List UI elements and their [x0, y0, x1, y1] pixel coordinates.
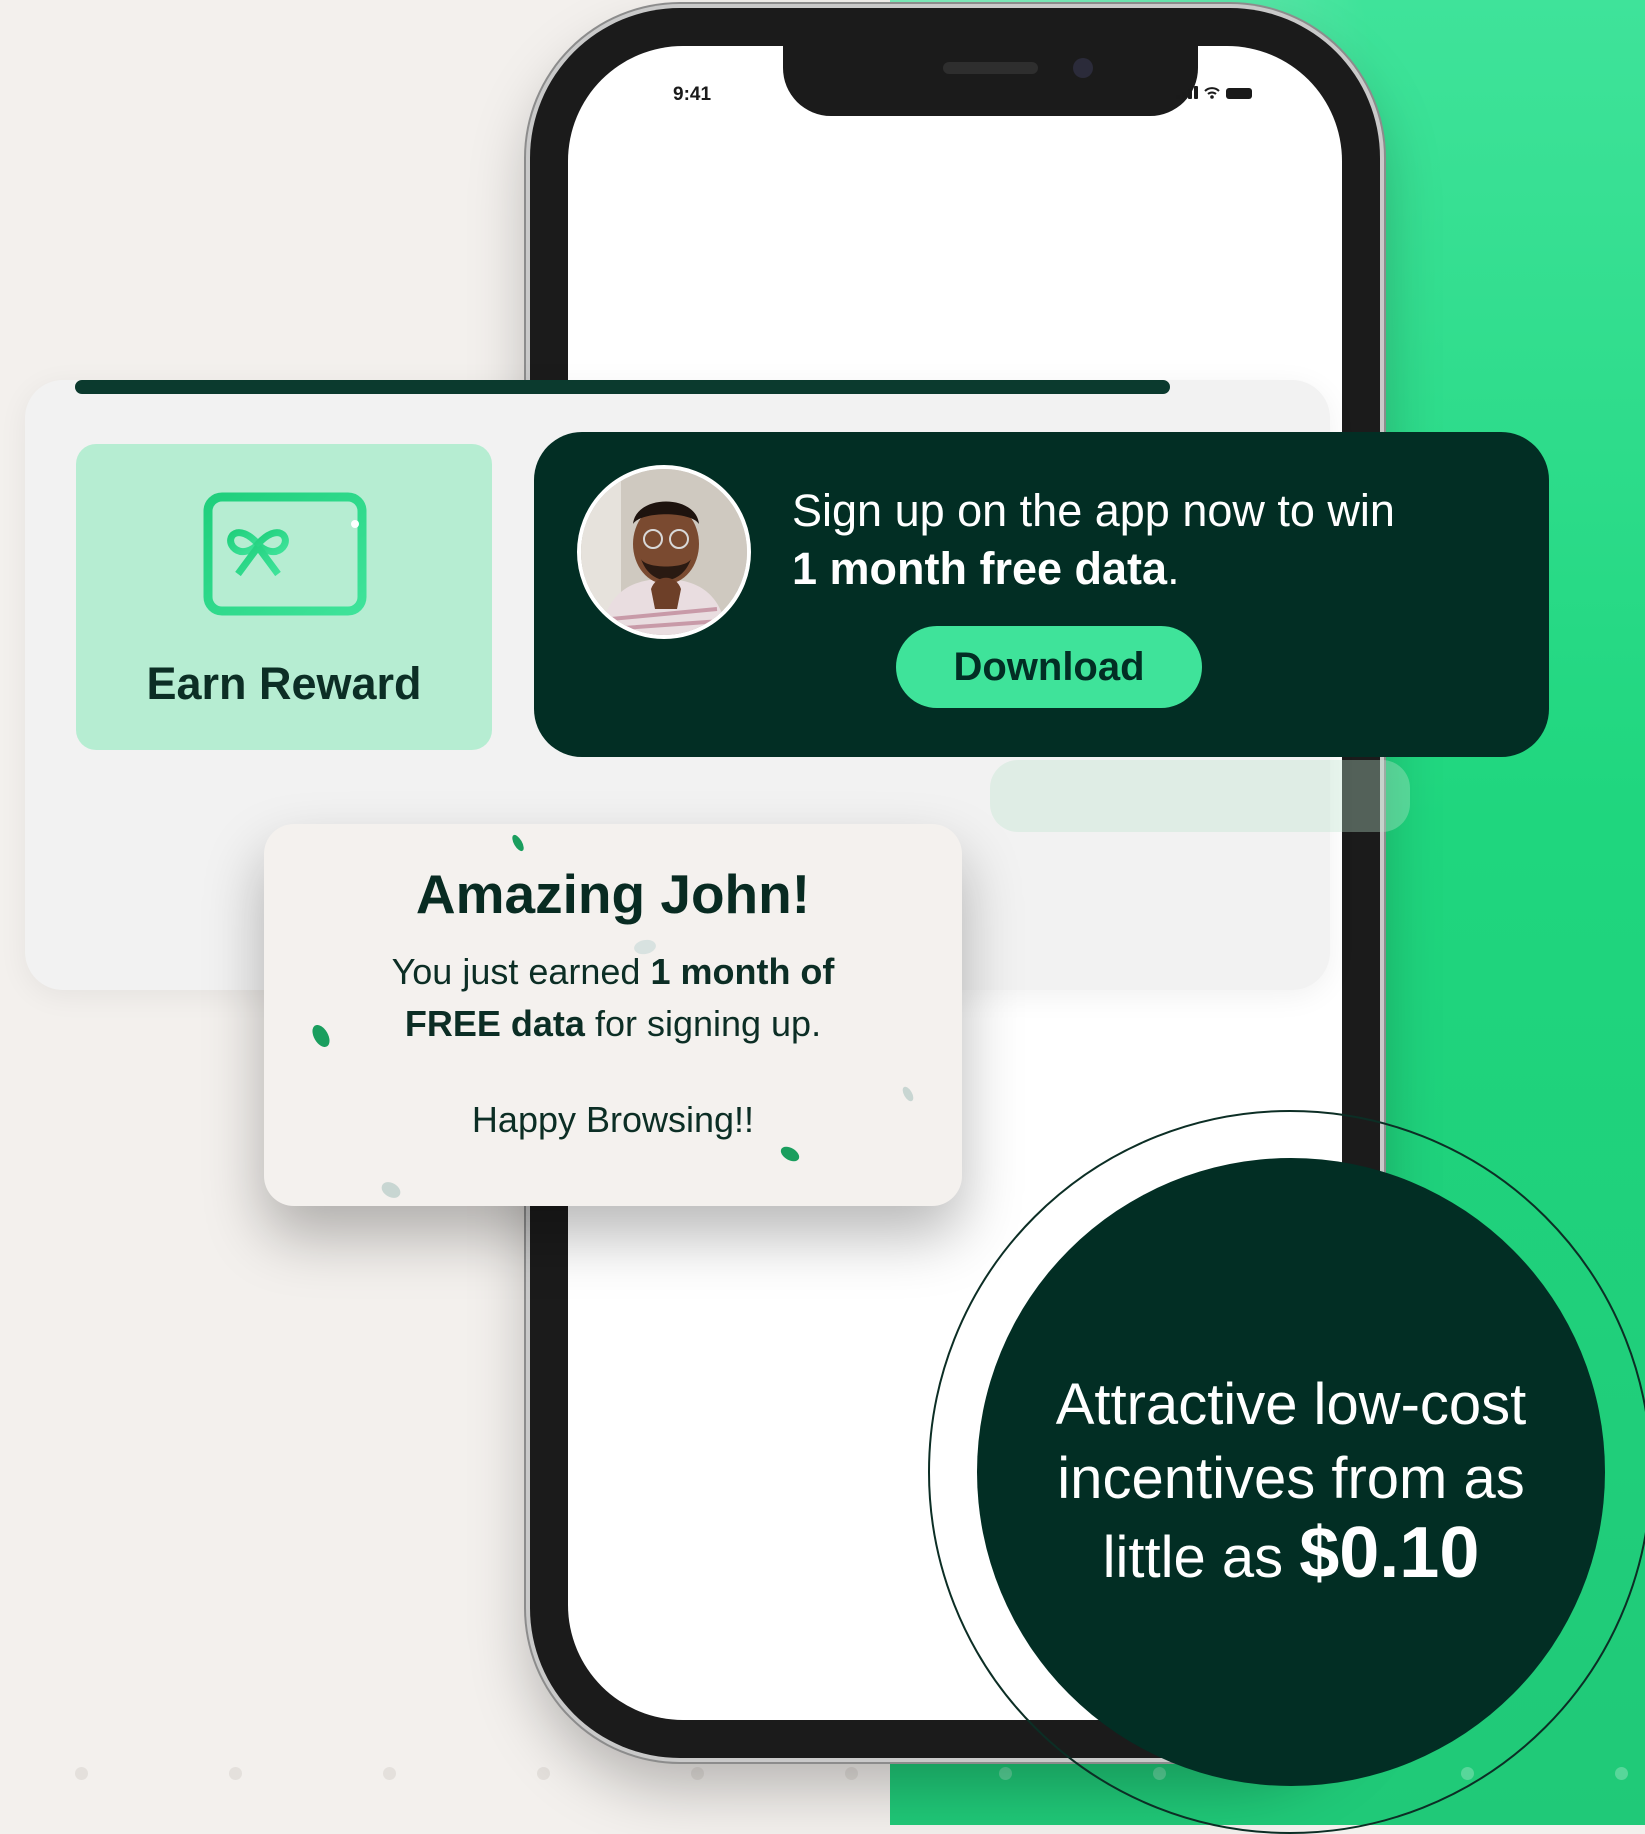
status-icons: [1176, 86, 1252, 99]
phone-notch: [783, 46, 1198, 116]
pricing-badge: Attractive low-cost incentives from as l…: [977, 1158, 1605, 1786]
popup-footer: Happy Browsing!!: [471, 1099, 755, 1140]
promo-highlight: 1 month free data: [792, 543, 1168, 594]
ghost-bar: [990, 760, 1410, 832]
avatar: [577, 465, 751, 639]
popup-highlight-2: FREE data: [404, 1003, 585, 1044]
download-button[interactable]: Download: [896, 626, 1202, 708]
decor-dot: [999, 1767, 1012, 1780]
confetti: [778, 1143, 802, 1165]
promo-line-2: 1 month free data.: [792, 540, 1512, 598]
decor-dot: [75, 1767, 88, 1780]
pricing-line-2: incentives from as: [1057, 1446, 1525, 1511]
decor-dot: [1615, 1767, 1628, 1780]
promo-line-2-end: .: [1167, 543, 1180, 594]
camera-icon: [1073, 58, 1093, 78]
popup-message: You just earned 1 month of FREE data for…: [264, 946, 962, 1050]
price-value: $0.10: [1299, 1513, 1480, 1593]
pricing-line-1: Attractive low-cost: [1055, 1372, 1527, 1437]
popup-message-start: You just earned: [391, 951, 651, 992]
confetti: [378, 1178, 404, 1202]
decor-dot: [845, 1767, 858, 1780]
battery-icon: [1226, 88, 1252, 99]
popup-message-end: for signing up.: [584, 1003, 822, 1044]
popup-title: Amazing John!: [415, 863, 811, 925]
earn-reward-label: Earn Reward: [146, 658, 422, 709]
popup-highlight-1: 1 month of: [650, 951, 835, 992]
progress-bar: [75, 380, 1170, 394]
decor-dot: [691, 1767, 704, 1780]
status-time: 9:41: [673, 84, 712, 105]
wifi-icon: [1204, 87, 1220, 99]
decor-dot: [229, 1767, 242, 1780]
pricing-text: Attractive low-cost incentives from as l…: [977, 1368, 1605, 1595]
confetti: [510, 833, 526, 853]
decor-dot: [383, 1767, 396, 1780]
speaker-grille: [943, 62, 1038, 74]
pricing-line-3-start: little as: [1102, 1525, 1300, 1590]
reward-confirmation-popup: Amazing John! You just earned 1 month of…: [264, 824, 962, 1206]
decor-dot: [537, 1767, 550, 1780]
promo-line-1: Sign up on the app now to win: [792, 485, 1395, 536]
promo-message: Sign up on the app now to win 1 month fr…: [792, 482, 1512, 598]
signup-promo-banner: Sign up on the app now to win 1 month fr…: [534, 432, 1549, 757]
earn-reward-tile[interactable]: Earn Reward: [76, 444, 492, 750]
pricing-line-3: little as $0.10: [977, 1516, 1605, 1595]
signal-icon: [1176, 86, 1198, 99]
gift-card-icon: [203, 492, 367, 621]
